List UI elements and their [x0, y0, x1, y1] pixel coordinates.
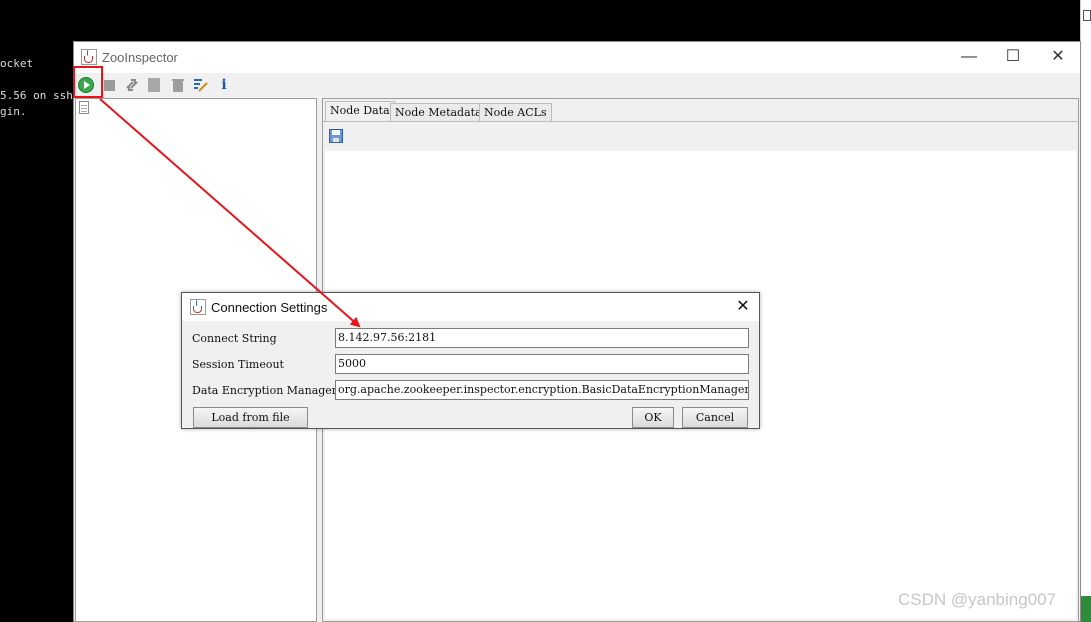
edit-icon[interactable]	[193, 77, 209, 93]
add-node-icon[interactable]	[148, 78, 160, 92]
dialog-title: Connection Settings	[211, 300, 328, 315]
java-app-icon	[81, 49, 97, 65]
tab-node-data[interactable]: Node Data	[325, 101, 395, 121]
maximize-button[interactable]: ☐	[996, 46, 1030, 68]
load-from-file-button[interactable]: Load from file	[193, 407, 308, 428]
cancel-button[interactable]: Cancel	[682, 407, 748, 428]
document-icon	[1083, 10, 1091, 21]
encryption-manager-label: Data Encryption Manager	[192, 384, 338, 397]
terminal-line: gin.	[0, 105, 27, 118]
window-title: ZooInspector	[102, 50, 178, 65]
tab-node-acls[interactable]: Node ACLs	[479, 103, 552, 121]
connect-string-label: Connect String	[192, 332, 277, 345]
terminal-line: 5.56 on ssh	[0, 89, 73, 102]
status-indicator	[1081, 596, 1091, 622]
delete-node-icon[interactable]	[170, 77, 186, 93]
minimize-button[interactable]: —	[952, 46, 986, 68]
save-icon[interactable]	[329, 129, 343, 143]
dialog-close-button[interactable]: ✕	[733, 297, 753, 317]
java-app-icon	[190, 299, 206, 315]
info-icon[interactable]: i	[216, 77, 232, 93]
tree-node-icon[interactable]	[79, 101, 89, 114]
session-timeout-label: Session Timeout	[192, 358, 284, 371]
terminal-line: ocket	[0, 57, 34, 70]
watermark: CSDN @yanbing007	[898, 590, 1057, 609]
refresh-icon[interactable]	[124, 77, 140, 93]
terminal-background: ocket 5.56 on ssh gin.	[0, 0, 74, 622]
disconnect-icon[interactable]	[104, 80, 115, 91]
session-timeout-input[interactable]: 5000	[335, 354, 749, 374]
background-window-edge	[1080, 0, 1091, 622]
encryption-manager-input[interactable]: org.apache.zookeeper.inspector.encryptio…	[335, 380, 749, 400]
ok-button[interactable]: OK	[632, 407, 674, 428]
dialog-titlebar: Connection Settings ✕	[182, 293, 759, 321]
window-titlebar: ZooInspector — ☐ ✕	[74, 42, 1080, 73]
close-button[interactable]: ✕	[1041, 46, 1075, 68]
tab-node-metadata[interactable]: Node Metadata	[390, 103, 487, 121]
connect-string-input[interactable]: 8.142.97.56:2181	[335, 328, 749, 348]
connect-icon[interactable]	[78, 77, 94, 93]
connection-settings-dialog: Connection Settings ✕ Connect String 8.1…	[181, 292, 760, 429]
toolbar: i	[74, 73, 1080, 97]
